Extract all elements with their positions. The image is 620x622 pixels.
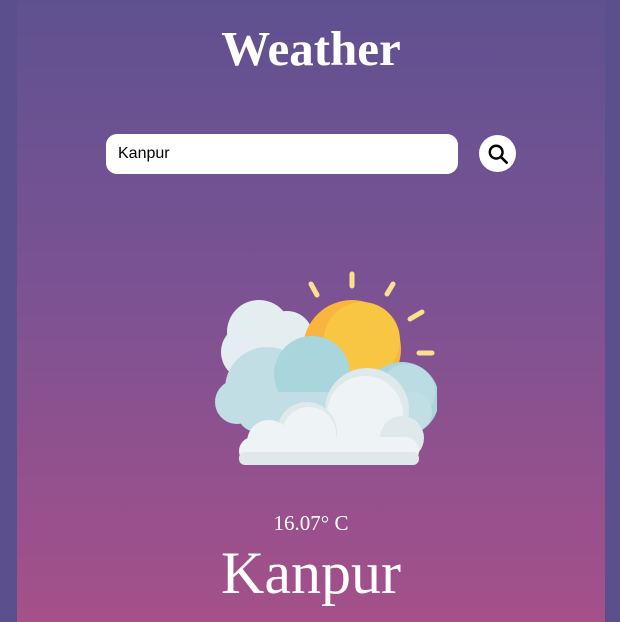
temperature-value: 16.07° C <box>273 511 349 535</box>
app-title: Weather <box>221 21 401 76</box>
search-icon <box>488 144 508 164</box>
weather-card: Weather Kanpur 16.07° C Kanpur <box>17 0 605 622</box>
search-button[interactable] <box>479 135 516 172</box>
city-search-input[interactable] <box>106 134 458 174</box>
partly-cloudy-sun-icon <box>215 271 437 465</box>
city-name: Kanpur <box>221 540 401 606</box>
